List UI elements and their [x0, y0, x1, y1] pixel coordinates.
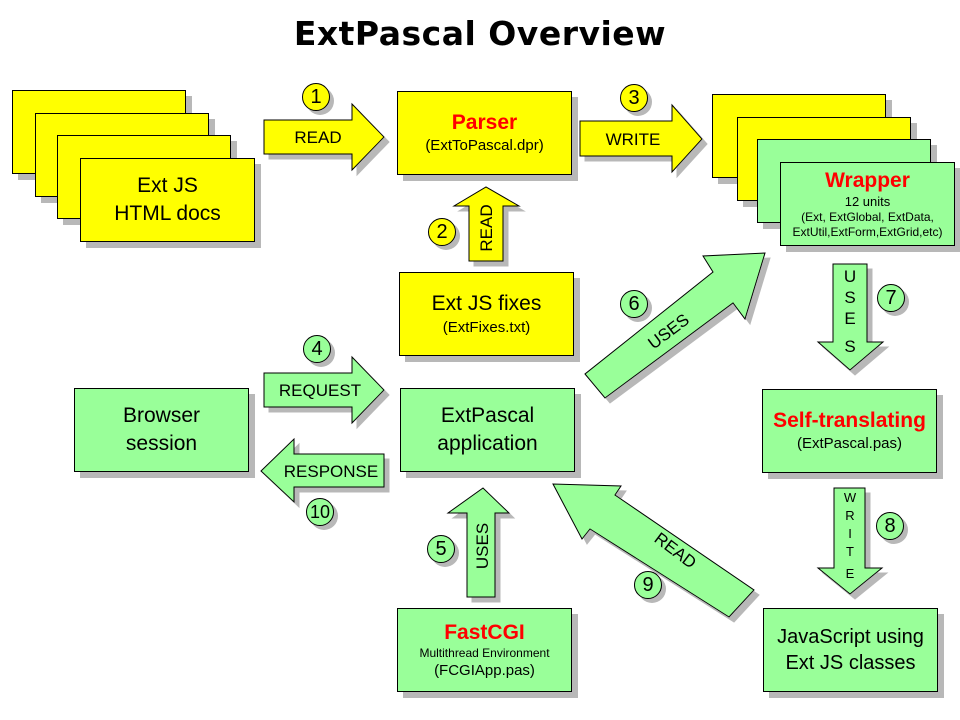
wrapper-detail-2: ExtUtil,ExtForm,ExtGrid,etc): [792, 224, 943, 239]
ext-docs-line1: Ext JS: [137, 174, 198, 197]
extpascal-application-node[interactable]: ExtPascal application: [400, 388, 575, 472]
svg-text:T: T: [846, 544, 854, 559]
self-translating-title: Self-translating: [773, 409, 926, 432]
fastcgi-title: FastCGI: [444, 620, 525, 644]
svg-text:R: R: [845, 508, 854, 523]
browser-line2: session: [125, 432, 198, 455]
javascript-line2: Ext JS classes: [785, 652, 916, 674]
svg-text:S: S: [844, 288, 855, 307]
parser-title: Parser: [451, 111, 518, 134]
parser-file: (ExtToPascal.dpr): [425, 137, 544, 154]
arrow-10-label: RESPONSE: [284, 462, 378, 481]
browser-line1: Browser: [122, 404, 201, 427]
step-badge-5: 5: [427, 535, 455, 563]
ext-js-fixes-node[interactable]: Ext JS fixes (ExtFixes.txt): [399, 272, 574, 356]
step-badge-9: 9: [634, 571, 662, 599]
javascript-line1: JavaScript using: [777, 626, 924, 648]
wrapper-title: Wrapper: [825, 168, 910, 192]
svg-text:W: W: [844, 490, 857, 505]
step-badge-6: 6: [620, 290, 648, 318]
fastcgi-subtitle: Multithread Environment: [419, 645, 550, 660]
fastcgi-node[interactable]: FastCGI Multithread Environment (FCGIApp…: [397, 608, 572, 692]
parser-node[interactable]: Parser (ExtToPascal.dpr): [397, 91, 572, 175]
step-badge-4: 4: [303, 335, 331, 363]
step-badge-1: 1: [302, 83, 330, 111]
ext-docs-line2: HTML docs: [114, 202, 221, 225]
app-line2: application: [437, 432, 538, 455]
self-translating-file: (ExtPascal.pas): [796, 435, 903, 452]
step-badge-3: 3: [620, 84, 648, 112]
wrapper-detail-1: (Ext, ExtGlobal, ExtData,: [801, 209, 934, 224]
ext-js-html-docs-node[interactable]: Ext JS HTML docs: [80, 158, 255, 242]
arrow-7-label: U S E S: [844, 267, 856, 356]
fastcgi-file: (FCGIApp.pas): [434, 661, 535, 679]
step-badge-10: 10: [306, 498, 334, 526]
step-badge-7: 7: [877, 284, 905, 312]
step-badge-8: 8: [876, 512, 904, 540]
arrow-3-label: WRITE: [606, 130, 661, 149]
arrow-2-label: READ: [477, 204, 496, 251]
fixes-file: (ExtFixes.txt): [442, 319, 531, 336]
svg-text:I: I: [848, 526, 852, 541]
wrapper-units: 12 units: [844, 193, 891, 209]
arrow-4-label: REQUEST: [279, 381, 361, 400]
javascript-node[interactable]: JavaScript using Ext JS classes: [763, 608, 938, 692]
self-translating-node[interactable]: Self-translating (ExtPascal.pas): [762, 389, 937, 473]
app-line1: ExtPascal: [440, 404, 535, 427]
svg-text:U: U: [844, 267, 856, 286]
arrow-1-label: READ: [294, 128, 341, 147]
svg-text:E: E: [844, 309, 855, 328]
svg-text:E: E: [846, 566, 855, 581]
browser-session-node[interactable]: Browser session: [74, 388, 249, 472]
step-badge-2: 2: [428, 218, 456, 246]
fixes-title: Ext JS fixes: [431, 292, 542, 315]
wrapper-node[interactable]: Wrapper 12 units (Ext, ExtGlobal, ExtDat…: [780, 162, 955, 246]
arrow-5-label: USES: [473, 523, 492, 569]
svg-text:S: S: [844, 337, 855, 356]
